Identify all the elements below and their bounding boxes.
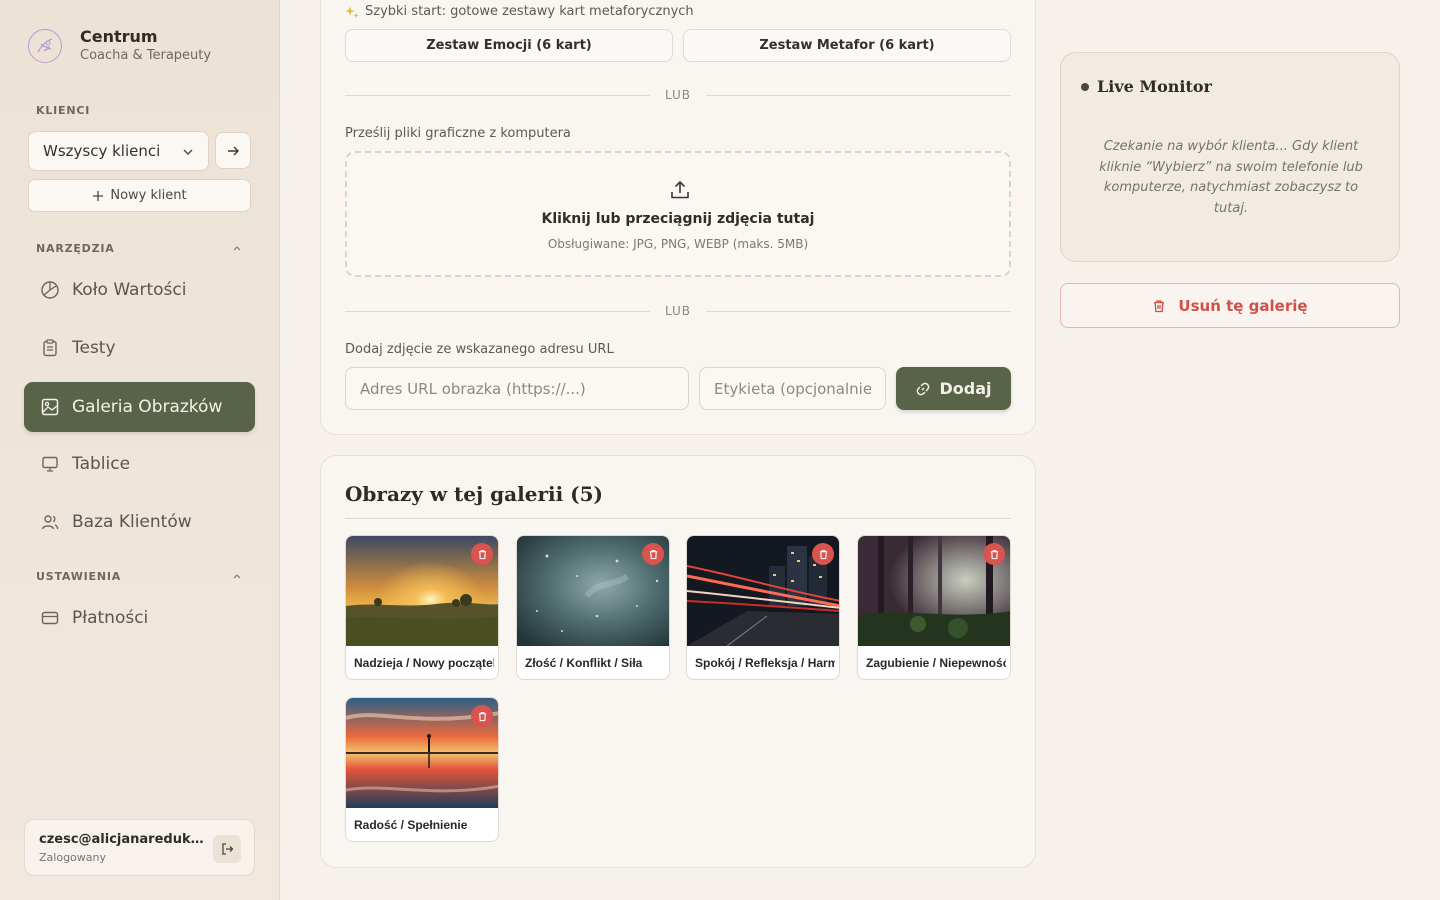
dropzone-hint: Obsługiwane: JPG, PNG, WEBP (maks. 5MB) — [547, 237, 809, 251]
logo-icon — [28, 28, 62, 63]
user-email: czesc@alicjanaredukcji... — [39, 832, 209, 847]
sidebar: Centrum Coacha & Terapeuty KLIENCI Wszys… — [0, 0, 280, 900]
sidebar-item-boards[interactable]: Tablice — [24, 439, 255, 489]
sparkles-icon — [345, 5, 359, 18]
divider — [345, 518, 1011, 519]
credit-card-icon — [40, 608, 60, 628]
status-dot-icon — [1081, 82, 1089, 91]
logout-icon — [222, 843, 234, 855]
gallery-title: Obrazy w tej galerii (5) — [345, 482, 603, 506]
or-divider: LUB — [345, 88, 1011, 102]
new-client-label: Nowy klient — [110, 188, 187, 203]
dropzone-title: Kliknij lub przeciągnij zdjęcia tutaj — [541, 211, 815, 227]
url-label: Dodaj zdjęcie ze wskazanego adresu URL — [345, 342, 614, 357]
users-icon — [40, 512, 60, 532]
add-button-label: Dodaj — [939, 379, 992, 398]
clipboard-icon — [40, 338, 60, 358]
delete-gallery-label: Usuń tę galerię — [1178, 296, 1308, 315]
client-select[interactable]: Wszyscy klienci — [28, 131, 209, 171]
chevron-up-icon[interactable] — [232, 571, 242, 581]
gallery-image-card[interactable]: Spokój / Refleksja / Harmonia — [686, 535, 840, 680]
brand-name: Centrum — [80, 27, 158, 46]
sidebar-item-label: Galeria Obrazków — [72, 397, 223, 417]
new-client-button[interactable]: Nowy klient — [28, 179, 251, 212]
quickstart-label: Szybki start: gotowe zestawy kart metafo… — [345, 4, 694, 19]
user-card: czesc@alicjanaredukcji... Zalogowany — [24, 819, 255, 876]
emotions-set-button[interactable]: Zestaw Emocji (6 kart) — [345, 29, 673, 62]
image-label: Spokój / Refleksja / Harmonia — [695, 656, 835, 670]
delete-image-button[interactable] — [642, 543, 664, 565]
clients-section-label: KLIENCI — [36, 104, 91, 117]
sidebar-item-tests[interactable]: Testy — [24, 323, 255, 373]
sidebar-item-label: Koło Wartości — [72, 280, 187, 300]
metaphors-set-button[interactable]: Zestaw Metafor (6 kart) — [683, 29, 1011, 62]
plus-icon — [93, 190, 104, 201]
sidebar-item-image-gallery[interactable]: Galeria Obrazków — [24, 382, 255, 432]
sidebar-item-label: Testy — [72, 338, 116, 358]
or-divider-text: LUB — [664, 88, 692, 102]
live-monitor-message: Czekanie na wybór klienta... Gdy klient … — [1099, 139, 1363, 216]
trash-icon — [649, 549, 657, 559]
sidebar-item-clients-database[interactable]: Baza Klientów — [24, 497, 255, 547]
trash-icon — [1154, 299, 1165, 312]
sidebar-item-label: Płatności — [72, 608, 149, 628]
brand-subtitle: Coacha & Terapeuty — [80, 48, 212, 63]
chevron-up-icon[interactable] — [232, 243, 242, 253]
image-label: Zagubienie / Niepewność — [866, 656, 1006, 670]
image-label: Złość / Konflikt / Siła — [525, 656, 643, 670]
wheel-icon — [40, 280, 60, 300]
image-label: Nadzieja / Nowy początek — [354, 656, 494, 670]
logout-button[interactable] — [213, 835, 241, 863]
image-label: Radość / Spełnienie — [354, 818, 468, 832]
gallery-image-card[interactable]: Radość / Spełnienie — [345, 697, 499, 842]
image-url-input[interactable] — [345, 367, 689, 410]
delete-image-button[interactable] — [471, 543, 493, 565]
quickstart-text: Szybki start: gotowe zestawy kart metafo… — [365, 4, 694, 19]
delete-gallery-button[interactable]: Usuń tę galerię — [1060, 283, 1400, 328]
chevron-down-icon — [183, 149, 193, 155]
or-divider-text: LUB — [664, 304, 692, 318]
add-image-button[interactable]: Dodaj — [896, 367, 1011, 410]
brand[interactable]: Centrum Coacha & Terapeuty — [28, 28, 211, 63]
gallery-image-card[interactable]: Nadzieja / Nowy początek — [345, 535, 499, 680]
settings-section-label: USTAWIENIA — [36, 570, 122, 583]
delete-image-button[interactable] — [812, 543, 834, 565]
trash-icon — [478, 711, 486, 721]
link-icon — [917, 382, 930, 395]
file-upload-label: Prześlij pliki graficzne z komputera — [345, 126, 571, 141]
sidebar-item-values-wheel[interactable]: Koło Wartości — [24, 265, 255, 315]
upload-icon — [671, 180, 689, 199]
sidebar-item-label: Baza Klientów — [72, 512, 192, 532]
live-monitor-title-text: Live Monitor — [1097, 77, 1212, 96]
delete-image-button[interactable] — [471, 705, 493, 727]
user-status: Zalogowany — [39, 851, 106, 864]
sidebar-item-label: Tablice — [72, 454, 131, 474]
image-icon — [40, 397, 60, 417]
live-monitor-panel: Live Monitor Czekanie na wybór klienta..… — [1060, 52, 1400, 262]
sidebar-item-payments[interactable]: Płatności — [24, 593, 255, 643]
arrow-right-icon — [228, 146, 239, 155]
delete-image-button[interactable] — [983, 543, 1005, 565]
trash-icon — [478, 549, 486, 559]
trash-icon — [990, 549, 998, 559]
gallery-image-card[interactable]: Złość / Konflikt / Siła — [516, 535, 670, 680]
image-tag-input[interactable] — [699, 367, 886, 410]
tools-section-label: NARZĘDZIA — [36, 242, 115, 255]
file-dropzone[interactable]: Kliknij lub przeciągnij zdjęcia tutaj Ob… — [345, 151, 1011, 277]
or-divider: LUB — [345, 304, 1011, 318]
presentation-icon — [40, 454, 60, 474]
go-to-client-button[interactable] — [215, 132, 251, 169]
live-monitor-title: Live Monitor — [1081, 77, 1212, 96]
trash-icon — [819, 549, 827, 559]
gallery-image-card[interactable]: Zagubienie / Niepewność — [857, 535, 1011, 680]
client-select-value: Wszyscy klienci — [43, 142, 161, 160]
